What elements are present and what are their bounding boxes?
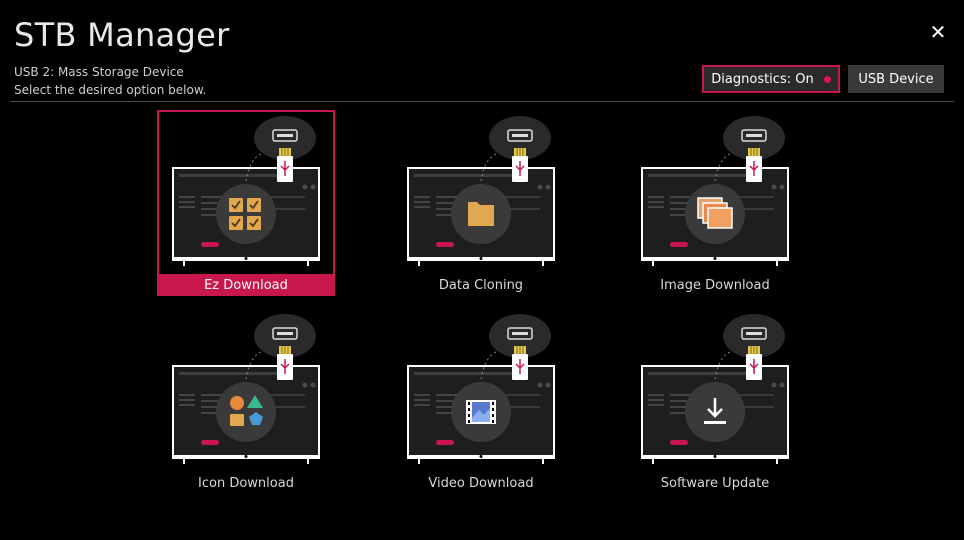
- option-ez-download[interactable]: Ez Download: [157, 110, 335, 296]
- tv-usb-illustration: [641, 314, 789, 464]
- page-title: STB Manager: [14, 16, 230, 54]
- instruction-subtitle: Select the desired option below.: [14, 83, 207, 97]
- option-icon-download[interactable]: Icon Download: [157, 308, 335, 494]
- device-subtitle: USB 2: Mass Storage Device: [14, 65, 184, 79]
- option-label: Data Cloning: [438, 277, 524, 293]
- usb-device-label: USB Device: [858, 71, 934, 87]
- tv-usb-illustration: [172, 314, 320, 464]
- option-label: Software Update: [660, 475, 770, 491]
- option-data-cloning[interactable]: Data Cloning: [392, 110, 570, 296]
- tv-usb-illustration: [641, 116, 789, 266]
- header-divider: [10, 101, 954, 102]
- tv-usb-illustration: [172, 116, 320, 266]
- option-software-update[interactable]: Software Update: [626, 308, 804, 494]
- option-label: Video Download: [428, 475, 534, 491]
- option-label: Image Download: [660, 277, 770, 293]
- diagnostics-status-dot: [823, 75, 831, 83]
- usb-device-button[interactable]: USB Device: [848, 65, 944, 93]
- tv-usb-illustration: [407, 116, 555, 266]
- tv-usb-illustration: [407, 314, 555, 464]
- option-label: Icon Download: [198, 475, 294, 491]
- option-image-download[interactable]: Image Download: [626, 110, 804, 296]
- close-icon[interactable]: ✕: [928, 20, 948, 44]
- diagnostics-button[interactable]: Diagnostics: On: [702, 65, 840, 93]
- diagnostics-label: Diagnostics: On: [711, 71, 814, 87]
- option-video-download[interactable]: Video Download: [392, 308, 570, 494]
- option-label: Ez Download: [157, 274, 335, 296]
